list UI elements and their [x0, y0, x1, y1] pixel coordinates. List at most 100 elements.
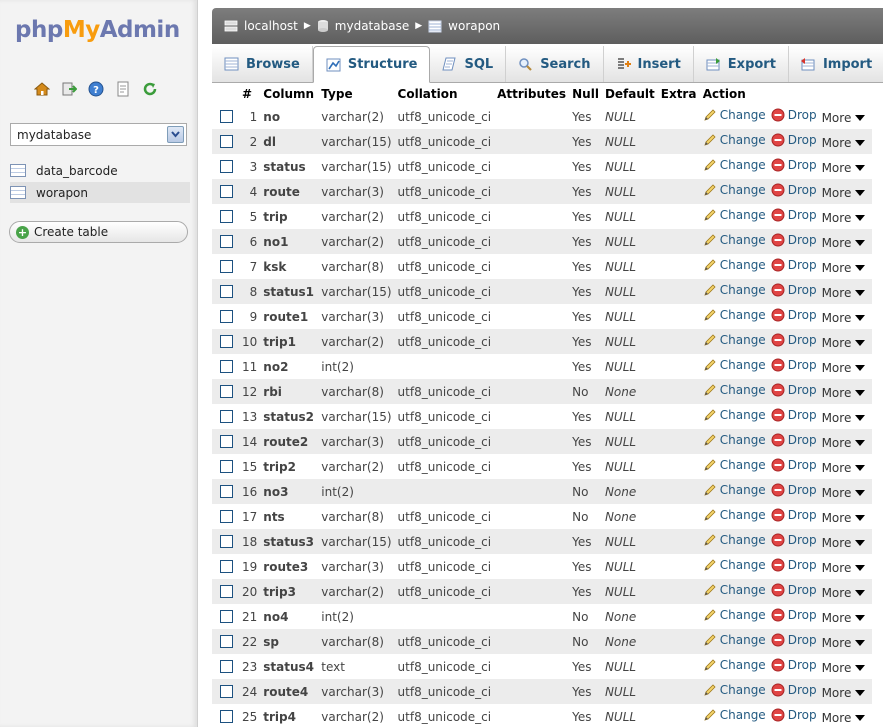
row-checkbox[interactable] — [220, 185, 233, 198]
row-checkbox[interactable] — [220, 435, 233, 448]
change-link[interactable]: Change — [703, 658, 766, 672]
change-link[interactable]: Change — [703, 258, 766, 272]
row-checkbox[interactable] — [220, 260, 233, 273]
tab-browse[interactable]: Browse — [212, 46, 313, 82]
docs-icon[interactable] — [114, 80, 131, 97]
more-dropdown[interactable]: More — [822, 211, 866, 225]
row-checkbox[interactable] — [220, 285, 233, 298]
exit-icon[interactable] — [60, 80, 77, 97]
row-checkbox[interactable] — [220, 135, 233, 148]
row-checkbox[interactable] — [220, 635, 233, 648]
drop-link[interactable]: Drop — [771, 658, 817, 672]
drop-link[interactable]: Drop — [771, 558, 817, 572]
row-checkbox[interactable] — [220, 160, 233, 173]
row-checkbox[interactable] — [220, 210, 233, 223]
change-link[interactable]: Change — [703, 383, 766, 397]
change-link[interactable]: Change — [703, 483, 766, 497]
more-dropdown[interactable]: More — [822, 136, 866, 150]
drop-link[interactable]: Drop — [771, 133, 817, 147]
row-checkbox[interactable] — [220, 385, 233, 398]
row-checkbox[interactable] — [220, 460, 233, 473]
help-icon[interactable]: ? — [87, 80, 104, 97]
row-checkbox[interactable] — [220, 110, 233, 123]
reload-icon[interactable] — [141, 80, 158, 97]
create-table-button[interactable]: + Create table — [9, 221, 188, 243]
drop-link[interactable]: Drop — [771, 333, 817, 347]
drop-link[interactable]: Drop — [771, 608, 817, 622]
change-link[interactable]: Change — [703, 708, 766, 722]
drop-link[interactable]: Drop — [771, 633, 817, 647]
sidebar-item-worapon[interactable]: worapon — [10, 182, 190, 203]
drop-link[interactable]: Drop — [771, 383, 817, 397]
drop-link[interactable]: Drop — [771, 183, 817, 197]
drop-link[interactable]: Drop — [771, 258, 817, 272]
more-dropdown[interactable]: More — [822, 661, 866, 675]
drop-link[interactable]: Drop — [771, 708, 817, 722]
header-column[interactable]: Column — [260, 83, 319, 104]
drop-link[interactable]: Drop — [771, 283, 817, 297]
row-checkbox[interactable] — [220, 485, 233, 498]
database-select[interactable]: mydatabase — [10, 123, 187, 146]
row-checkbox[interactable] — [220, 535, 233, 548]
more-dropdown[interactable]: More — [822, 261, 866, 275]
drop-link[interactable]: Drop — [771, 308, 817, 322]
chevron-down-icon[interactable] — [167, 126, 184, 143]
change-link[interactable]: Change — [703, 208, 766, 222]
tab-import[interactable]: Import — [789, 46, 883, 82]
drop-link[interactable]: Drop — [771, 233, 817, 247]
row-checkbox[interactable] — [220, 410, 233, 423]
drop-link[interactable]: Drop — [771, 433, 817, 447]
more-dropdown[interactable]: More — [822, 311, 866, 325]
phpmyadmin-logo[interactable]: phpMyAdmin — [15, 17, 180, 43]
drop-link[interactable]: Drop — [771, 508, 817, 522]
change-link[interactable]: Change — [703, 408, 766, 422]
change-link[interactable]: Change — [703, 433, 766, 447]
drop-link[interactable]: Drop — [771, 108, 817, 122]
change-link[interactable]: Change — [703, 633, 766, 647]
more-dropdown[interactable]: More — [822, 611, 866, 625]
drop-link[interactable]: Drop — [771, 458, 817, 472]
change-link[interactable]: Change — [703, 583, 766, 597]
more-dropdown[interactable]: More — [822, 536, 866, 550]
drop-link[interactable]: Drop — [771, 158, 817, 172]
row-checkbox[interactable] — [220, 310, 233, 323]
row-checkbox[interactable] — [220, 685, 233, 698]
more-dropdown[interactable]: More — [822, 336, 866, 350]
drop-link[interactable]: Drop — [771, 483, 817, 497]
more-dropdown[interactable]: More — [822, 236, 866, 250]
row-checkbox[interactable] — [220, 335, 233, 348]
drop-link[interactable]: Drop — [771, 533, 817, 547]
more-dropdown[interactable]: More — [822, 361, 866, 375]
tab-structure[interactable]: Structure — [312, 46, 431, 83]
row-checkbox[interactable] — [220, 710, 233, 723]
more-dropdown[interactable]: More — [822, 486, 866, 500]
change-link[interactable]: Change — [703, 608, 766, 622]
more-dropdown[interactable]: More — [822, 561, 866, 575]
row-checkbox[interactable] — [220, 510, 233, 523]
more-dropdown[interactable]: More — [822, 636, 866, 650]
breadcrumb-table[interactable]: worapon — [428, 19, 500, 33]
row-checkbox[interactable] — [220, 610, 233, 623]
change-link[interactable]: Change — [703, 683, 766, 697]
tab-search[interactable]: Search — [506, 46, 604, 82]
more-dropdown[interactable]: More — [822, 461, 866, 475]
change-link[interactable]: Change — [703, 533, 766, 547]
home-icon[interactable] — [33, 80, 50, 97]
tab-insert[interactable]: Insert — [604, 46, 694, 82]
change-link[interactable]: Change — [703, 358, 766, 372]
change-link[interactable]: Change — [703, 558, 766, 572]
change-link[interactable]: Change — [703, 333, 766, 347]
breadcrumb-server[interactable]: localhost — [224, 19, 298, 33]
row-checkbox[interactable] — [220, 585, 233, 598]
change-link[interactable]: Change — [703, 308, 766, 322]
change-link[interactable]: Change — [703, 508, 766, 522]
change-link[interactable]: Change — [703, 283, 766, 297]
breadcrumb-database[interactable]: mydatabase — [317, 19, 409, 33]
change-link[interactable]: Change — [703, 233, 766, 247]
row-checkbox[interactable] — [220, 560, 233, 573]
more-dropdown[interactable]: More — [822, 686, 866, 700]
sidebar-item-data-barcode[interactable]: data_barcode — [10, 160, 190, 181]
more-dropdown[interactable]: More — [822, 711, 866, 725]
more-dropdown[interactable]: More — [822, 436, 866, 450]
more-dropdown[interactable]: More — [822, 586, 866, 600]
